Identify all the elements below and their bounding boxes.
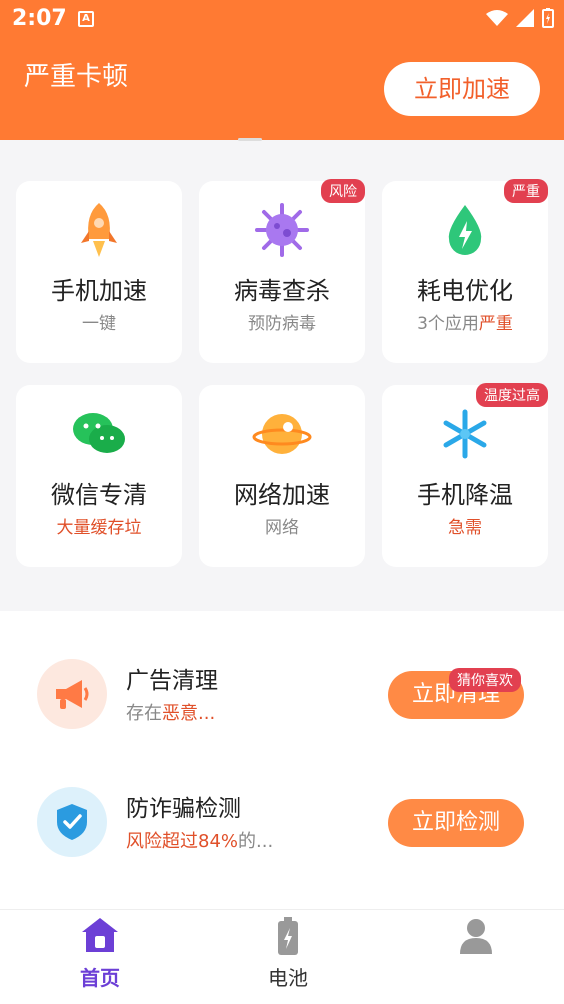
list-item-title: 防诈骗检测	[126, 796, 241, 822]
signal-icon	[516, 9, 534, 27]
battery-icon	[228, 916, 348, 956]
card-subtitle: 急需	[448, 518, 482, 538]
rocket-icon	[16, 199, 182, 261]
feature-grid: 手机加速 一键 风险 病毒查杀 预防病毒 严重 耗电优化 3个应用严重 微信专清…	[0, 141, 564, 611]
list-item-subtitle: 风险超过84%的...	[126, 831, 274, 852]
card-title: 微信专清	[51, 481, 147, 509]
tab-label: 电池	[268, 966, 308, 990]
profile-icon	[416, 916, 536, 956]
status-time: 2:07	[12, 6, 67, 31]
tab-home[interactable]: 首页	[40, 910, 160, 1004]
status-icons	[486, 8, 554, 28]
battery-drop-icon	[382, 199, 548, 261]
megaphone-icon	[37, 659, 107, 729]
card-subtitle: 大量缓存垃	[56, 518, 142, 538]
wechat-icon	[16, 403, 182, 465]
tool-list: 广告清理 存在恶意... 立即清理 猜你喜欢 防诈骗检测 风险超过84%的...…	[0, 611, 564, 909]
card-title: 网络加速	[234, 481, 330, 509]
recommend-tag: 猜你喜欢	[449, 668, 521, 692]
notification-icon: A	[78, 11, 94, 27]
card-cooling[interactable]: 温度过高 手机降温 急需	[382, 383, 548, 567]
tab-battery[interactable]: 电池	[228, 910, 348, 1004]
virus-icon	[199, 199, 365, 261]
card-title: 手机加速	[51, 277, 147, 305]
card-wechat-clean[interactable]: 微信专清 大量缓存垃	[16, 385, 182, 567]
tab-label: 首页	[80, 966, 120, 990]
wifi-icon	[486, 10, 508, 26]
card-title: 耗电优化	[417, 277, 513, 305]
list-item-fraud-check: 防诈骗检测 风险超过84%的... 立即检测	[0, 777, 564, 867]
battery-status-icon	[542, 8, 554, 28]
home-icon	[40, 916, 160, 956]
list-item-ad-clean: 广告清理 存在恶意... 立即清理 猜你喜欢	[0, 649, 564, 739]
card-phone-boost[interactable]: 手机加速 一键	[16, 181, 182, 363]
check-now-button[interactable]: 立即检测	[388, 799, 524, 847]
shield-check-icon	[37, 787, 107, 857]
card-subtitle: 预防病毒	[248, 314, 316, 334]
card-title: 病毒查杀	[234, 277, 330, 305]
bottom-tab-bar: 首页 电池	[0, 909, 564, 1004]
card-subtitle: 网络	[265, 518, 299, 538]
card-subtitle: 3个应用严重	[417, 314, 513, 334]
card-power-optimize[interactable]: 严重 耗电优化 3个应用严重	[382, 179, 548, 363]
list-item-title: 广告清理	[126, 668, 218, 694]
speed-up-button[interactable]: 立即加速	[384, 62, 540, 116]
card-title: 手机降温	[417, 481, 513, 509]
card-virus-scan[interactable]: 风险 病毒查杀 预防病毒	[199, 179, 365, 363]
page-title: 严重卡顿	[24, 62, 129, 92]
card-subtitle: 一键	[82, 314, 116, 334]
card-network-boost[interactable]: 网络加速 网络	[199, 385, 365, 567]
snowflake-icon	[382, 403, 548, 465]
planet-icon	[199, 403, 365, 465]
header: 严重卡顿 立即加速	[0, 38, 564, 140]
status-bar: 2:07 A	[0, 0, 564, 38]
list-item-subtitle: 存在恶意...	[126, 703, 216, 724]
tab-profile[interactable]	[416, 910, 536, 1004]
